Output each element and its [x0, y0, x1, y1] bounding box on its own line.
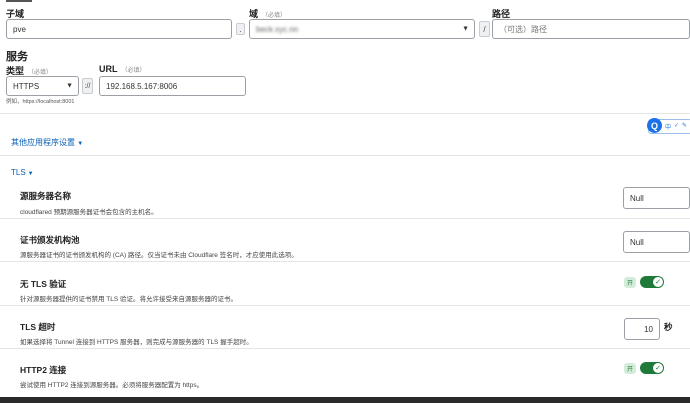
type-value: HTTPS — [13, 81, 40, 91]
tls-timeout-input[interactable]: 10 — [624, 318, 660, 340]
toggle-on-label: 开 — [624, 276, 637, 288]
cut-heading — [6, 0, 66, 2]
ca-pool-desc: 源服务器证书的证书颁发机构的 (CA) 路径。仅当证书未由 Cloudflare… — [20, 252, 298, 259]
ime-check-icon[interactable]: ✓ — [674, 122, 679, 131]
chevron-down-icon: ▼ — [462, 25, 469, 33]
ca-pool-input[interactable]: Null — [623, 231, 690, 253]
toggle-on-label: 开 — [624, 362, 637, 374]
type-select[interactable]: HTTPS ▼ — [6, 76, 79, 96]
domain-select[interactable]: beck.xyc.nn ▼ — [249, 19, 475, 39]
check-icon: ✓ — [653, 277, 664, 287]
divider — [0, 155, 690, 156]
caret-down-icon: ▼ — [27, 171, 34, 177]
divider — [0, 218, 690, 219]
ime-chinese-icon[interactable]: 中 — [665, 122, 671, 131]
no-tls-verify-toggle[interactable]: 开 ✓ — [624, 276, 665, 288]
taskbar-edge — [0, 397, 690, 403]
subdomain-input[interactable]: pve — [6, 19, 232, 39]
service-heading: 服务 — [6, 51, 28, 63]
origin-server-name-desc: cloudflared 预期源服务器证书会包含的主机名。 — [20, 209, 158, 216]
divider — [0, 305, 690, 306]
http2-toggle[interactable]: 开 ✓ — [624, 362, 665, 374]
dot-separator: . — [236, 23, 245, 35]
slash-separator: / — [479, 21, 490, 37]
origin-server-name-input[interactable]: Null — [623, 187, 690, 209]
toggle-switch[interactable]: ✓ — [640, 362, 665, 374]
tls-toggle-link[interactable]: TLS ▼ — [11, 168, 34, 177]
ime-logo-icon[interactable]: Q — [647, 118, 662, 133]
ime-pen-icon[interactable]: ✎ — [682, 122, 687, 131]
url-label: URL （必填） — [99, 64, 146, 74]
toggle-switch[interactable]: ✓ — [640, 276, 665, 288]
no-tls-verify-title: 无 TLS 验证 — [20, 279, 67, 289]
chevron-down-icon: ▼ — [66, 82, 73, 90]
tls-timeout-title: TLS 超时 — [20, 322, 56, 332]
http2-title: HTTP2 连接 — [20, 365, 67, 375]
caret-down-icon: ▼ — [77, 141, 84, 147]
divider — [0, 113, 690, 114]
path-input[interactable]: （可选）路径 — [492, 19, 690, 39]
ime-buttons: 中 ✓ ✎ ⚙ — [665, 122, 690, 131]
other-app-settings-link[interactable]: 其他应用程序设置 ▼ — [11, 137, 83, 148]
url-input[interactable]: 192.168.5.167:8006 — [99, 76, 246, 96]
ca-pool-title: 证书颁发机构池 — [20, 235, 80, 245]
divider — [0, 348, 690, 349]
origin-server-name-title: 源服务器名称 — [20, 191, 72, 201]
domain-value: beck.xyc.nn — [256, 24, 299, 34]
check-icon: ✓ — [653, 363, 664, 373]
scheme-separator: :// — [82, 78, 93, 94]
http2-desc: 尝试使用 HTTP2 连接到源服务器。必须将服务器配置为 https。 — [20, 382, 204, 389]
tls-timeout-desc: 如果选择将 Tunnel 连接到 HTTPS 服务器，则完成与源服务器的 TLS… — [20, 339, 253, 346]
url-example: 例如，https://localhost:8001 — [6, 99, 75, 105]
seconds-unit: 秒 — [664, 322, 673, 332]
divider — [0, 261, 690, 262]
no-tls-verify-desc: 针对源服务器提供的证书禁用 TLS 验证。将允许接受来自源服务器的证书。 — [20, 296, 238, 303]
